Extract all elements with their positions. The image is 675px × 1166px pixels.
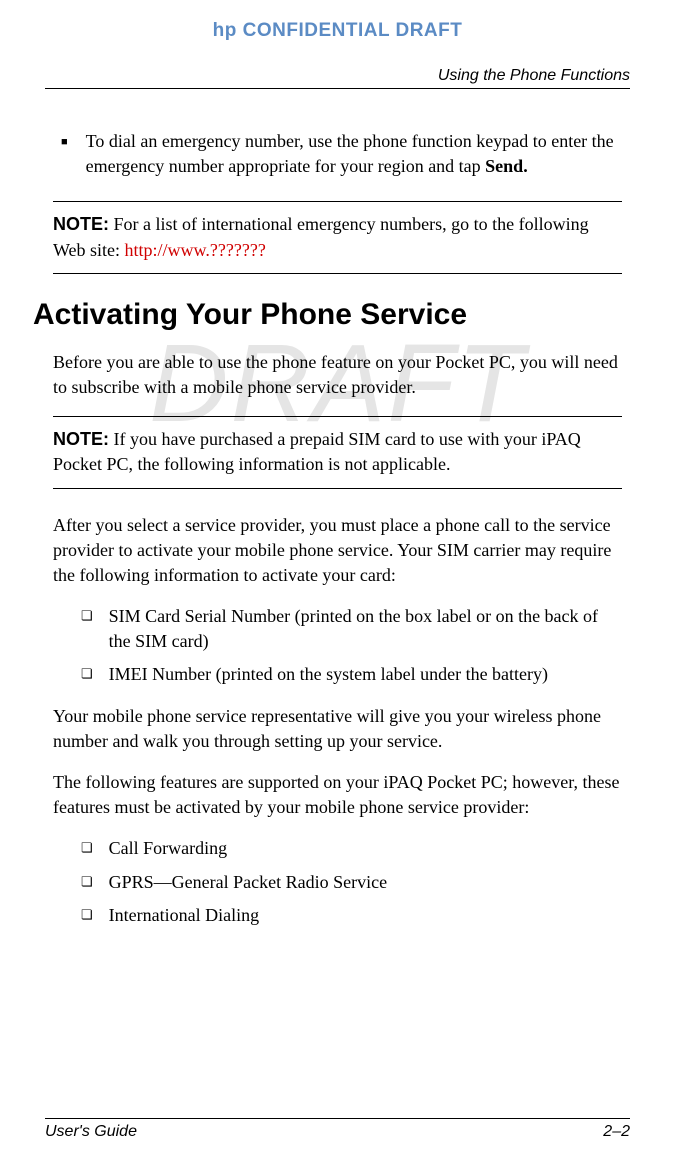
confidential-header: hp CONFIDENTIAL DRAFT: [45, 20, 630, 42]
emergency-bullet: ■ To dial an emergency number, use the p…: [53, 129, 622, 179]
intro-paragraph: Before you are able to use the phone fea…: [53, 350, 622, 400]
outline-square-icon: ❏: [81, 665, 93, 687]
footer-page-number: 2–2: [603, 1123, 630, 1141]
activation-paragraph: After you select a service provider, you…: [53, 513, 622, 589]
list-item-text: SIM Card Serial Number (printed on the b…: [109, 604, 622, 654]
footer-guide-label: User's Guide: [45, 1123, 137, 1141]
features-list: ❏ Call Forwarding ❏ GPRS—General Packet …: [81, 836, 622, 928]
outline-square-icon: ❏: [81, 906, 93, 928]
note-emergency-numbers: NOTE: For a list of international emerge…: [53, 201, 622, 273]
list-item-text: IMEI Number (printed on the system label…: [109, 662, 548, 687]
list-item: ❏ SIM Card Serial Number (printed on the…: [81, 604, 622, 654]
note-url: http://www.???????: [125, 240, 266, 260]
list-item-text: Call Forwarding: [109, 836, 228, 861]
list-item-text: GPRS—General Packet Radio Service: [109, 870, 387, 895]
outline-square-icon: ❏: [81, 607, 93, 654]
outline-square-icon: ❏: [81, 873, 93, 895]
list-item-text: International Dialing: [109, 903, 259, 928]
chapter-header: Using the Phone Functions: [45, 67, 630, 89]
square-bullet-icon: ■: [61, 135, 68, 179]
rep-paragraph: Your mobile phone service representative…: [53, 704, 622, 754]
note-label: NOTE:: [53, 214, 109, 234]
requirements-list: ❏ SIM Card Serial Number (printed on the…: [81, 604, 622, 688]
note-sim-card: NOTE: If you have purchased a prepaid SI…: [53, 416, 622, 488]
outline-square-icon: ❏: [81, 839, 93, 861]
list-item: ❏ GPRS—General Packet Radio Service: [81, 870, 622, 895]
page-footer: User's Guide 2–2: [45, 1118, 630, 1141]
list-item: ❏ Call Forwarding: [81, 836, 622, 861]
bullet-text: To dial an emergency number, use the pho…: [86, 129, 622, 179]
note-label: NOTE:: [53, 429, 109, 449]
list-item: ❏ IMEI Number (printed on the system lab…: [81, 662, 622, 687]
list-item: ❏ International Dialing: [81, 903, 622, 928]
features-paragraph: The following features are supported on …: [53, 770, 622, 820]
note-text: If you have purchased a prepaid SIM card…: [53, 429, 581, 474]
section-heading: Activating Your Phone Service: [33, 298, 622, 332]
